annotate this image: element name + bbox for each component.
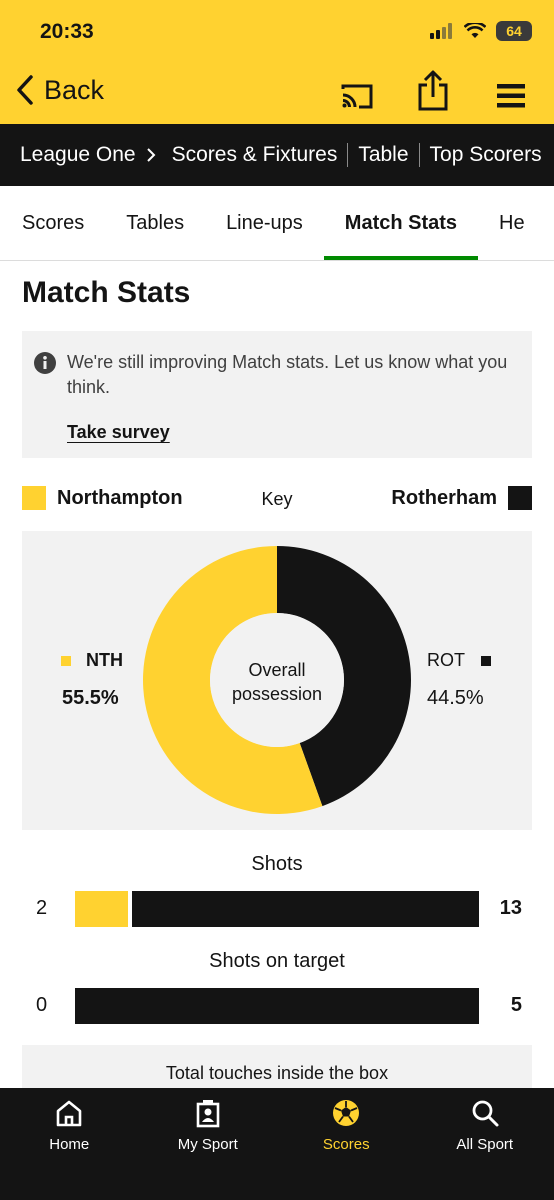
status-icons: 64 <box>430 21 532 41</box>
breadcrumb: League One Scores & Fixtures Table Top S… <box>0 124 554 186</box>
status-bar: 20:33 64 <box>0 0 554 64</box>
home-shots-on-target-value: 0 <box>36 994 48 1016</box>
away-color-swatch <box>508 486 532 510</box>
tab-match-stats[interactable]: Match Stats <box>323 186 479 260</box>
tab-head-to-head[interactable]: He <box>478 186 546 260</box>
stat-row-shots: 2 13 <box>22 889 532 927</box>
cast-icon[interactable] <box>340 82 374 110</box>
signal-icon <box>430 23 452 39</box>
notice-text: We're still improving Match stats. Let u… <box>67 352 508 397</box>
football-icon <box>333 1100 360 1126</box>
tab-scores[interactable]: Scores <box>0 186 105 260</box>
shots-on-target-away-bar <box>75 988 479 1024</box>
donut-center-label: Overall possession <box>207 658 347 706</box>
info-icon <box>34 352 56 374</box>
home-possession-pct: 55.5% <box>62 687 119 709</box>
home-shots-value: 2 <box>36 897 48 919</box>
bottom-nav: Home My Sport Scores All Sport <box>0 1088 554 1200</box>
breadcrumb-league-one[interactable]: League One <box>0 143 142 167</box>
status-time: 20:33 <box>40 20 94 43</box>
app-header: Back <box>0 64 554 124</box>
breadcrumb-top-scorers[interactable]: Top Scorers <box>420 143 552 167</box>
breadcrumb-scores-fixtures[interactable]: Scores & Fixtures <box>162 143 348 167</box>
share-icon[interactable] <box>416 70 450 112</box>
shots-bar <box>75 891 479 927</box>
nav-home-label: Home <box>49 1136 90 1153</box>
chevron-left-icon <box>17 75 33 105</box>
feedback-notice: We're still improving Match stats. Let u… <box>22 331 532 458</box>
away-team-name: Rotherham <box>391 487 497 509</box>
home-abbr: NTH <box>86 650 123 670</box>
stat-row-shots-on-target: 0 5 <box>22 986 532 1024</box>
search-icon <box>472 1100 499 1127</box>
breadcrumb-table[interactable]: Table <box>348 143 418 167</box>
donut-center-line1: Overall <box>248 660 306 680</box>
away-abbr: ROT <box>427 650 465 670</box>
shots-home-bar <box>75 891 128 927</box>
stat-title-touches: Total touches inside the box <box>165 1063 389 1083</box>
tab-line-ups[interactable]: Line-ups <box>205 186 324 260</box>
donut-center-line2: possession <box>231 684 323 704</box>
away-mini-swatch <box>481 656 491 666</box>
possession-panel: Overall possession NTH 55.5% ROT 44.5% <box>22 531 532 830</box>
battery-indicator: 64 <box>496 21 532 41</box>
take-survey-link[interactable]: Take survey <box>67 422 170 443</box>
shots-away-bar <box>132 891 479 927</box>
person-card-icon <box>196 1100 220 1128</box>
wifi-icon <box>464 23 486 38</box>
nav-my-sport[interactable]: My Sport <box>139 1088 278 1200</box>
page-title: Match Stats <box>22 276 191 309</box>
team-key: Northampton Key Rotherham <box>22 484 532 514</box>
nav-home[interactable]: Home <box>0 1088 139 1200</box>
away-shots-value: 13 <box>499 897 522 919</box>
stat-title-shots: Shots <box>251 853 303 875</box>
nav-scores[interactable]: Scores <box>277 1088 416 1200</box>
stat-title-shots-on-target: Shots on target <box>209 950 345 972</box>
back-button[interactable]: Back <box>16 74 104 106</box>
tab-tables[interactable]: Tables <box>105 186 205 260</box>
shots-on-target-bar <box>75 988 479 1024</box>
away-possession-pct: 44.5% <box>427 687 484 709</box>
home-mini-swatch <box>61 656 71 666</box>
nav-scores-label: Scores <box>322 1136 370 1153</box>
away-shots-on-target-value: 5 <box>510 994 522 1016</box>
back-label: Back <box>44 74 105 105</box>
tab-bar: Scores Tables Line-ups Match Stats He <box>0 186 554 261</box>
menu-icon[interactable] <box>497 84 525 108</box>
chevron-right-icon <box>146 147 156 163</box>
nav-my-sport-label: My Sport <box>177 1136 238 1153</box>
nav-all-sport-label: All Sport <box>456 1136 514 1153</box>
house-icon <box>56 1100 82 1127</box>
nav-all-sport[interactable]: All Sport <box>416 1088 554 1200</box>
